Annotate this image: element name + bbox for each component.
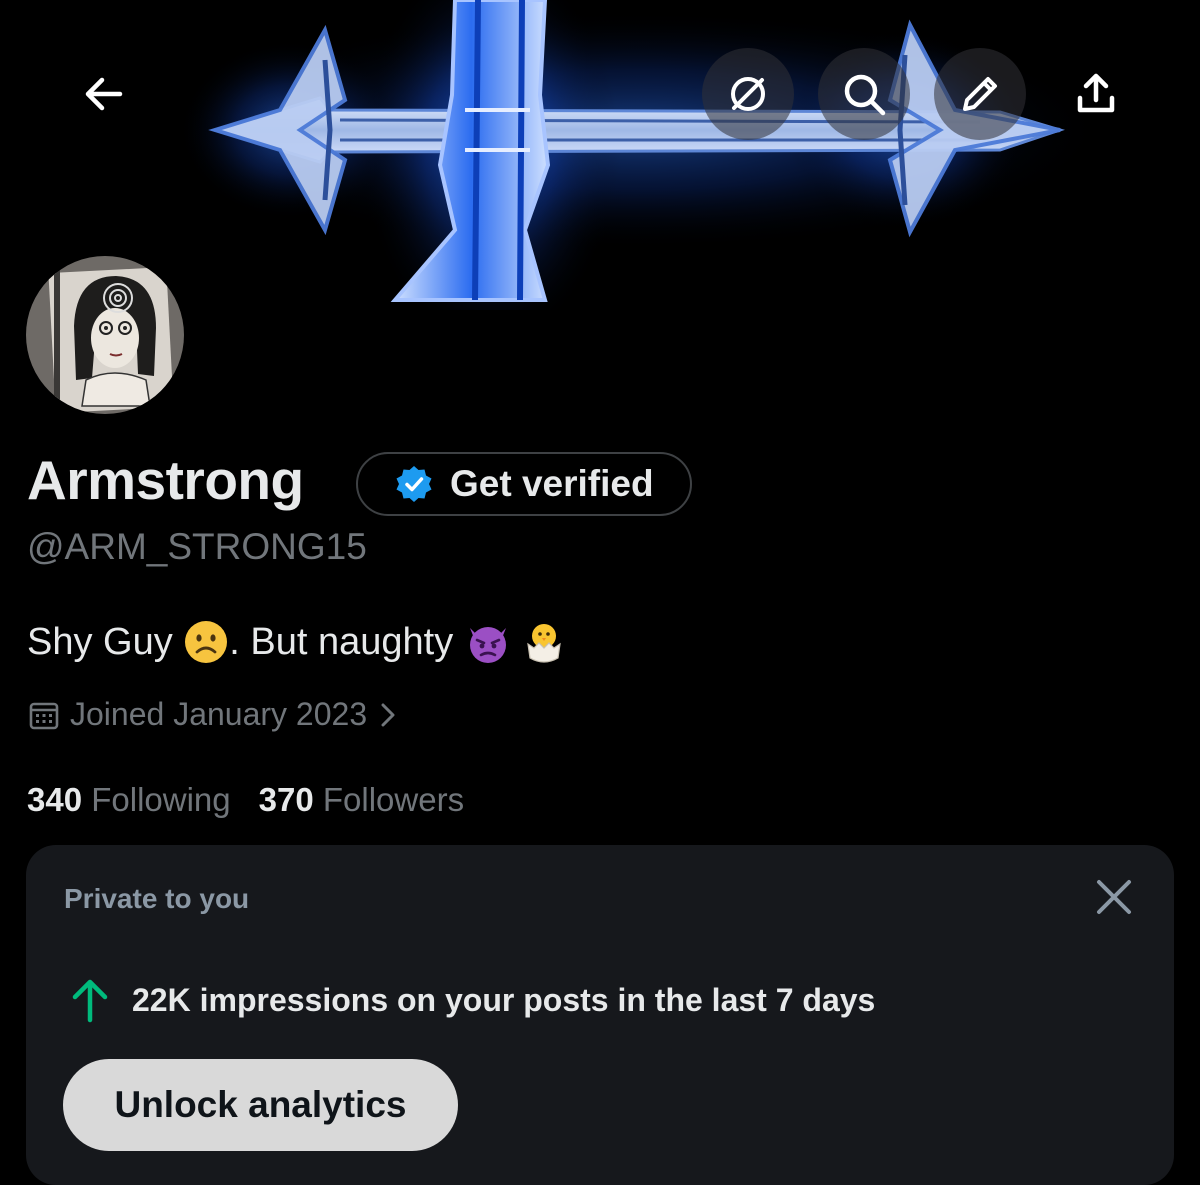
profile-handle: @ARM_STRONG15 — [27, 526, 367, 567]
angry-devil-emoji — [469, 627, 506, 663]
back-button[interactable] — [58, 48, 150, 140]
edit-button[interactable] — [934, 48, 1026, 140]
calendar-icon — [29, 702, 59, 729]
share-icon — [1077, 73, 1115, 113]
following-label: Following — [91, 781, 231, 818]
get-verified-label: Get verified — [450, 463, 654, 504]
arrow-up-icon — [72, 979, 108, 1023]
joined-date-link[interactable]: Joined January 2023 — [28, 696, 399, 733]
verified-badge-icon — [396, 466, 432, 502]
profile-name: Armstrong — [27, 449, 304, 511]
followers-count: 370 — [258, 781, 314, 818]
unlock-analytics-button[interactable]: Unlock analytics — [63, 1059, 458, 1151]
followers-label: Followers — [322, 781, 465, 818]
followers-link[interactable]: 370 Followers — [259, 781, 464, 819]
hatching-chick-emoji — [527, 624, 561, 663]
bio-text-part-2: . But naughty — [229, 620, 464, 663]
chevron-right-icon — [381, 703, 395, 726]
grok-button[interactable] — [702, 48, 794, 140]
joined-date-text: Joined January 2023 — [70, 696, 368, 732]
private-to-you-label: Private to you — [64, 883, 250, 914]
follow-stats: 340 Following 370 Followers — [27, 781, 464, 819]
bio-text-part-1: Shy Guy — [27, 620, 184, 663]
back-arrow-icon — [85, 77, 123, 111]
banner-cross-image — [170, 0, 1110, 310]
get-verified-button[interactable]: Get verified — [356, 452, 692, 516]
impressions-text: 22K impressions on your posts in the las… — [132, 981, 876, 1018]
close-card-button[interactable] — [1094, 877, 1134, 917]
close-icon — [1097, 880, 1131, 914]
pencil-icon — [963, 77, 997, 111]
profile-bio: Shy Guy . But naughty — [27, 618, 568, 666]
share-button[interactable] — [1050, 48, 1142, 140]
analytics-card: Private to you 22K impressions on your p… — [26, 845, 1174, 1185]
profile-banner — [0, 0, 1200, 310]
following-link[interactable]: 340 Following — [27, 781, 231, 819]
avatar-image — [26, 256, 184, 414]
avatar[interactable] — [26, 256, 184, 414]
search-button[interactable] — [818, 48, 910, 140]
following-count: 340 — [27, 781, 83, 818]
grok-icon — [731, 77, 765, 111]
frowning-face-emoji — [185, 621, 228, 663]
search-icon — [844, 74, 886, 116]
impressions-summary: 22K impressions on your posts in the las… — [70, 977, 875, 1023]
